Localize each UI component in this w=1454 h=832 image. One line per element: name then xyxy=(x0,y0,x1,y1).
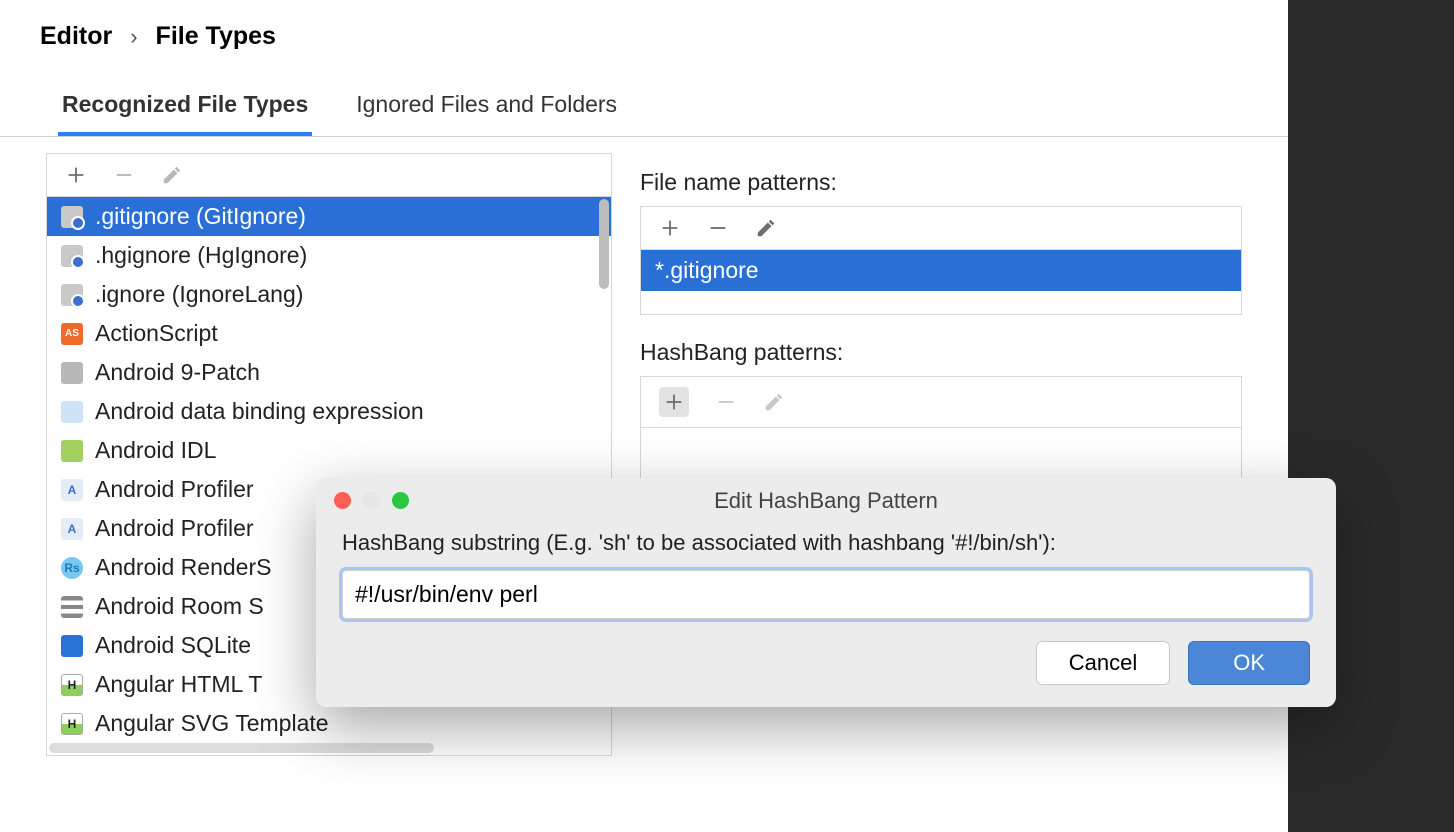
filetype-icon: H xyxy=(61,674,83,696)
ok-button[interactable]: OK xyxy=(1188,641,1310,685)
filetype-row[interactable]: Android IDL xyxy=(47,431,611,470)
breadcrumb: Editor › File Types xyxy=(0,0,1288,61)
cancel-button[interactable]: Cancel xyxy=(1036,641,1170,685)
scrollbar-thumb[interactable] xyxy=(599,199,609,289)
filetype-label: Angular SVG Template xyxy=(95,710,329,737)
pattern-row[interactable]: *.gitignore xyxy=(641,250,1241,291)
filetype-label: ActionScript xyxy=(95,320,218,347)
filetype-icon xyxy=(61,401,83,423)
tab-ignored-files[interactable]: Ignored Files and Folders xyxy=(352,91,621,136)
filetype-label: Android IDL xyxy=(95,437,216,464)
horizontal-scrollbar[interactable] xyxy=(47,741,611,755)
plus-icon xyxy=(659,217,681,239)
filename-patterns-label: File name patterns: xyxy=(640,169,1242,196)
filetype-row[interactable]: .hgignore (HgIgnore) xyxy=(47,236,611,275)
hashbang-input[interactable] xyxy=(342,570,1310,619)
filetype-icon xyxy=(61,635,83,657)
plus-icon xyxy=(663,391,685,413)
breadcrumb-parent[interactable]: Editor xyxy=(40,22,112,51)
chevron-right-icon: › xyxy=(130,24,137,50)
remove-hashbang-button[interactable] xyxy=(715,391,737,413)
close-window-button[interactable] xyxy=(334,492,351,509)
filetype-icon xyxy=(61,245,83,267)
filetype-label: Android RenderS xyxy=(95,554,271,581)
filetype-label: Android SQLite xyxy=(95,632,251,659)
filetypes-toolbar xyxy=(47,154,611,197)
minus-icon xyxy=(113,164,135,186)
dialog-titlebar[interactable]: Edit HashBang Pattern xyxy=(316,478,1336,524)
filetype-row[interactable]: .gitignore (GitIgnore) xyxy=(47,197,611,236)
button-label: Cancel xyxy=(1069,650,1137,675)
dialog-title: Edit HashBang Pattern xyxy=(316,488,1336,514)
filetype-icon: H xyxy=(61,713,83,735)
add-pattern-button[interactable] xyxy=(659,217,681,239)
minus-icon xyxy=(715,391,737,413)
filetype-label: Android data binding expression xyxy=(95,398,424,425)
minus-icon xyxy=(707,217,729,239)
button-label: OK xyxy=(1233,650,1265,675)
pencil-icon xyxy=(755,217,777,239)
filetype-label: Angular HTML T xyxy=(95,671,262,698)
plus-icon xyxy=(65,164,87,186)
minimize-window-button[interactable] xyxy=(363,492,380,509)
add-hashbang-button[interactable] xyxy=(659,387,689,417)
filetype-label: Android Profiler xyxy=(95,515,254,542)
filetype-label: Android Room S xyxy=(95,593,264,620)
pencil-icon xyxy=(161,164,183,186)
dialog-button-row: Cancel OK xyxy=(342,641,1310,685)
filetype-icon xyxy=(61,440,83,462)
remove-filetype-button[interactable] xyxy=(113,164,135,186)
filetype-row[interactable]: Android 9-Patch xyxy=(47,353,611,392)
tab-label: Ignored Files and Folders xyxy=(356,91,617,117)
filetype-row[interactable]: AS ActionScript xyxy=(47,314,611,353)
window-controls xyxy=(334,492,409,509)
filetype-label: .hgignore (HgIgnore) xyxy=(95,242,307,269)
filename-patterns-panel: *.gitignore xyxy=(640,206,1242,315)
filetype-label: Android 9-Patch xyxy=(95,359,260,386)
filetype-row[interactable]: Android data binding expression xyxy=(47,392,611,431)
tab-recognized-file-types[interactable]: Recognized File Types xyxy=(58,91,312,136)
tab-bar: Recognized File Types Ignored Files and … xyxy=(0,61,1288,137)
hashbang-patterns-toolbar xyxy=(641,377,1241,428)
edit-filetype-button[interactable] xyxy=(161,164,183,186)
filetype-icon xyxy=(61,596,83,618)
settings-window: Editor › File Types Recognized File Type… xyxy=(0,0,1288,832)
tab-label: Recognized File Types xyxy=(62,91,308,117)
filename-patterns-list[interactable]: *.gitignore xyxy=(641,250,1241,314)
scrollbar-thumb[interactable] xyxy=(49,743,434,753)
filetype-icon xyxy=(61,284,83,306)
edit-pattern-button[interactable] xyxy=(755,217,777,239)
filetype-icon: AS xyxy=(61,323,83,345)
filetype-icon xyxy=(61,362,83,384)
edit-hashbang-button[interactable] xyxy=(763,391,785,413)
dialog-body: HashBang substring (E.g. 'sh' to be asso… xyxy=(316,524,1336,707)
filetype-icon: A xyxy=(61,518,83,540)
filetype-icon xyxy=(61,206,83,228)
breadcrumb-current: File Types xyxy=(156,22,276,51)
zoom-window-button[interactable] xyxy=(392,492,409,509)
add-filetype-button[interactable] xyxy=(65,164,87,186)
filetype-row[interactable]: .ignore (IgnoreLang) xyxy=(47,275,611,314)
hashbang-input-label: HashBang substring (E.g. 'sh' to be asso… xyxy=(342,530,1310,556)
filetype-label: Android Profiler xyxy=(95,476,254,503)
hashbang-patterns-label: HashBang patterns: xyxy=(640,339,1242,366)
pencil-icon xyxy=(763,391,785,413)
filename-patterns-toolbar xyxy=(641,207,1241,250)
filetype-label: .ignore (IgnoreLang) xyxy=(95,281,303,308)
filetype-row[interactable]: H Angular SVG Template xyxy=(47,704,611,743)
filetype-icon: A xyxy=(61,479,83,501)
edit-hashbang-dialog: Edit HashBang Pattern HashBang substring… xyxy=(316,478,1336,707)
filetype-icon: Rs xyxy=(61,557,83,579)
filetype-label: .gitignore (GitIgnore) xyxy=(95,203,306,230)
remove-pattern-button[interactable] xyxy=(707,217,729,239)
